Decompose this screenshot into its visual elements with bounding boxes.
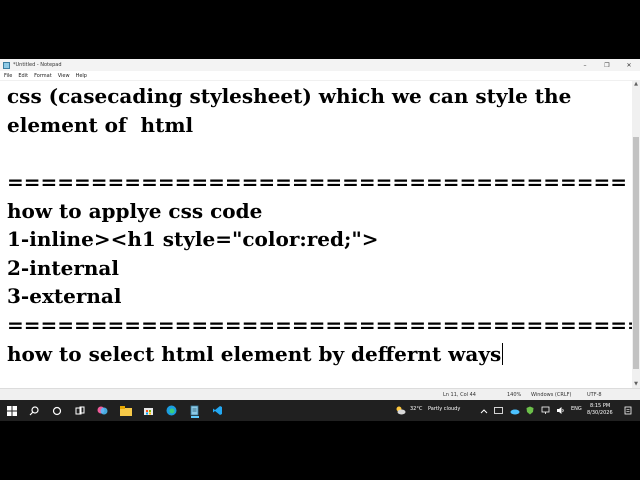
security-icon[interactable]	[522, 403, 537, 418]
notifications-icon[interactable]	[620, 403, 635, 418]
task-view-icon[interactable]	[72, 403, 87, 418]
editor-line-4: =====================================	[7, 170, 628, 194]
vertical-scrollbar[interactable]: ▲ ▼	[632, 81, 640, 388]
menu-help[interactable]: Help	[76, 73, 87, 79]
editor-line-2: element of html	[7, 113, 194, 137]
status-bar: Ln 11, Col 44 140% Windows (CRLF) UTF-8	[0, 388, 640, 400]
menu-view[interactable]: View	[58, 73, 70, 79]
editor-line-10-text: how to select html element by deffernt w…	[7, 342, 502, 366]
notepad-taskbar-icon[interactable]	[187, 403, 202, 418]
scrollbar-thumb[interactable]	[633, 137, 639, 369]
clock-date[interactable]: 8/30/2026	[587, 410, 613, 416]
editor-line-10: how to select html element by deffernt w…	[7, 342, 504, 366]
cortana-icon[interactable]	[49, 403, 64, 418]
file-explorer-icon[interactable]	[118, 403, 133, 418]
text-caret	[502, 343, 504, 365]
line-ending: Windows (CRLF)	[531, 392, 572, 398]
notepad-window: *Untitled - Notepad – ❐ ✕ File Edit Form…	[0, 59, 640, 400]
cursor-position: Ln 11, Col 44	[443, 392, 476, 398]
letterbox-bottom	[0, 421, 640, 480]
start-windows-icon[interactable]	[4, 403, 19, 418]
taskbar: 32°C Partly cloudy ENG 8:15 PM 8/30/2026	[0, 400, 640, 421]
editor-line-5: how to applye css code	[7, 199, 263, 223]
menu-file[interactable]: File	[4, 73, 12, 79]
encoding: UTF-8	[587, 392, 602, 398]
editor-line-8: 3-external	[7, 284, 122, 308]
text-editor[interactable]: css (casecading stylesheet) which we can…	[0, 81, 632, 388]
network-icon[interactable]	[538, 403, 553, 418]
window-title: *Untitled - Notepad	[13, 62, 62, 68]
menu-edit[interactable]: Edit	[18, 73, 28, 79]
cloud-sync-icon[interactable]	[507, 403, 522, 418]
menu-bar: File Edit Format View Help	[0, 71, 640, 81]
title-bar[interactable]: *Untitled - Notepad – ❐ ✕	[0, 59, 640, 71]
weather-temperature[interactable]: 32°C	[410, 406, 422, 412]
vscode-icon[interactable]	[210, 403, 225, 418]
notepad-active-indicator	[191, 416, 199, 418]
scroll-down-arrow-icon[interactable]: ▼	[632, 381, 640, 388]
screen: *Untitled - Notepad – ❐ ✕ File Edit Form…	[0, 0, 640, 480]
editor-line-6: 1-inline><h1 style="color:red;">	[7, 227, 379, 251]
language-indicator[interactable]: ENG	[571, 406, 582, 412]
minimize-button[interactable]: –	[574, 59, 596, 71]
edge-browser-icon[interactable]	[164, 403, 179, 418]
store-icon[interactable]	[141, 403, 156, 418]
maximize-button[interactable]: ❐	[596, 59, 618, 71]
clock-time[interactable]: 8:15 PM	[590, 403, 610, 409]
window-controls: – ❐ ✕	[574, 59, 640, 71]
menu-format[interactable]: Format	[34, 73, 52, 79]
notepad-app-icon	[3, 61, 10, 69]
editor-line-7: 2-internal	[7, 256, 119, 280]
close-button[interactable]: ✕	[618, 59, 640, 71]
volume-icon[interactable]	[553, 403, 568, 418]
copilot-icon[interactable]	[95, 403, 110, 418]
app-tray-icon[interactable]	[491, 403, 506, 418]
weather-description[interactable]: Partly cloudy	[428, 406, 460, 412]
weather-icon[interactable]	[393, 403, 408, 418]
editor-line-1: css (casecading stylesheet) which we can…	[7, 84, 572, 108]
zoom-level: 140%	[507, 392, 522, 398]
search-icon[interactable]	[26, 403, 41, 418]
scroll-up-arrow-icon[interactable]: ▲	[632, 81, 640, 88]
chevron-up-icon[interactable]	[476, 403, 491, 418]
editor-line-9: ========================================…	[7, 313, 632, 337]
letterbox-top	[0, 0, 640, 59]
